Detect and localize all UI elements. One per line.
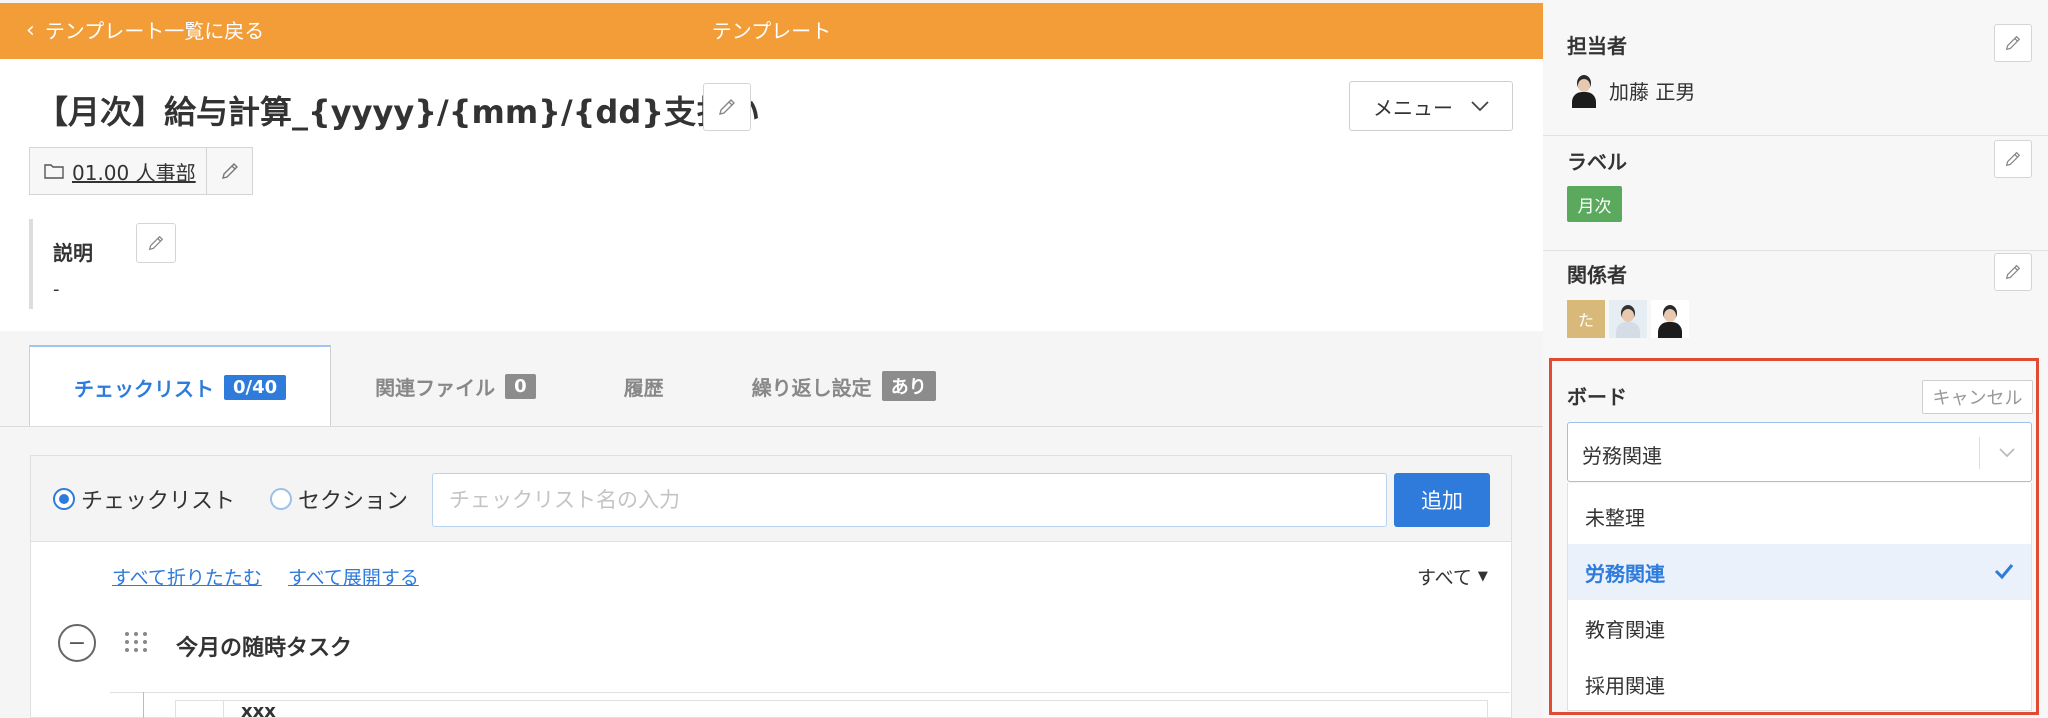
task-checkbox-cell[interactable] bbox=[176, 701, 224, 718]
tab-bar: チェックリスト 0/40 関連ファイル 0 履歴 繰り返し設定 あり bbox=[29, 345, 980, 427]
page-title: 【月次】給与計算_{yyyy}/{mm}/{dd}支払い bbox=[36, 93, 761, 131]
description-value: - bbox=[53, 279, 60, 300]
pencil-icon bbox=[2005, 264, 2021, 280]
board-select[interactable]: 労務関連 bbox=[1567, 422, 2032, 482]
tab-checklist[interactable]: チェックリスト 0/40 bbox=[29, 345, 332, 427]
tab-label: チェックリスト bbox=[74, 376, 214, 401]
tab-badge: 0 bbox=[505, 373, 536, 399]
tab-history[interactable]: 履歴 bbox=[580, 345, 708, 427]
pencil-icon bbox=[2005, 35, 2021, 51]
edit-title-button[interactable] bbox=[703, 83, 751, 131]
filter-label: すべて bbox=[1417, 567, 1472, 589]
edit-description-button[interactable] bbox=[136, 223, 176, 263]
option-label: 未整理 bbox=[1585, 505, 1645, 530]
add-item-row: チェックリスト セクション 追加 bbox=[31, 456, 1511, 542]
board-option-unsorted[interactable]: 未整理 bbox=[1568, 488, 2031, 544]
board-editor: ボード キャンセル 労務関連 未整理 労務関連 教育関連 採用関連 bbox=[1549, 358, 2039, 715]
menu-button-label: メニュー bbox=[1373, 95, 1453, 120]
tab-badge: 0/40 bbox=[224, 374, 287, 400]
radio-unselected-icon bbox=[270, 488, 292, 510]
avatar: た bbox=[1567, 300, 1605, 338]
board-options-list: 未整理 労務関連 教育関連 採用関連 bbox=[1567, 483, 2032, 711]
radio-section-label: セクション bbox=[298, 489, 409, 514]
top-bar: ‹ テンプレート一覧に戻る テンプレート bbox=[0, 3, 1543, 59]
tab-repeat-settings[interactable]: 繰り返し設定 あり bbox=[708, 345, 980, 427]
tab-label: 関連ファイル bbox=[375, 375, 496, 400]
assignee-section: 担当者 加藤 正男 bbox=[1543, 0, 2048, 135]
tree-connector bbox=[143, 692, 144, 718]
app-window: ‹ テンプレート一覧に戻る テンプレート 【月次】給与計算_{yyyy}/{mm… bbox=[0, 0, 2048, 718]
top-bar-title: テンプレート bbox=[711, 19, 832, 43]
assignee-name: 加藤 正男 bbox=[1609, 80, 1696, 104]
avatar bbox=[1609, 300, 1647, 338]
option-label: 教育関連 bbox=[1585, 617, 1665, 642]
tab-label: 繰り返し設定 bbox=[751, 375, 872, 400]
collapse-section-button[interactable]: − bbox=[58, 624, 96, 662]
option-label: 労務関連 bbox=[1585, 561, 1665, 586]
filter-dropdown[interactable]: すべて ▼ bbox=[1417, 563, 1488, 590]
board-select-value: 労務関連 bbox=[1582, 444, 1662, 468]
pencil-icon bbox=[2005, 151, 2021, 167]
radio-selected-icon bbox=[53, 488, 75, 510]
board-cancel-button[interactable]: キャンセル bbox=[1922, 380, 2033, 414]
chevron-down-icon bbox=[1471, 101, 1489, 112]
folder-field: 01.00 人事部 bbox=[29, 147, 253, 195]
pencil-icon bbox=[221, 163, 238, 179]
add-button[interactable]: 追加 bbox=[1394, 473, 1490, 527]
tab-divider bbox=[0, 426, 1543, 427]
avatar bbox=[1565, 70, 1603, 108]
edit-members-button[interactable] bbox=[1994, 253, 2032, 291]
section-row: − 今月の随時タスク bbox=[31, 616, 1511, 676]
task-text: xxx bbox=[241, 705, 276, 718]
description-block: 説明 - bbox=[29, 219, 429, 309]
caret-down-icon: ▼ bbox=[1477, 569, 1488, 584]
edit-assignee-button[interactable] bbox=[1994, 24, 2032, 62]
tab-badge: あり bbox=[881, 371, 936, 401]
chevron-down-icon[interactable] bbox=[1994, 435, 2020, 471]
label-chip[interactable]: 月次 bbox=[1567, 186, 1622, 222]
option-label: 採用関連 bbox=[1585, 673, 1665, 698]
template-header: 【月次】給与計算_{yyyy}/{mm}/{dd}支払い メニュー 01.00 … bbox=[0, 59, 1543, 331]
tab-label: 履歴 bbox=[623, 375, 664, 400]
description-label: 説明 bbox=[53, 241, 93, 265]
expand-all-link[interactable]: すべて展開する bbox=[288, 563, 419, 590]
folder-link[interactable]: 01.00 人事部 bbox=[30, 148, 207, 194]
collapse-all-link[interactable]: すべて折りたたむ bbox=[112, 563, 262, 590]
edit-label-button[interactable] bbox=[1994, 140, 2032, 178]
avatar bbox=[1651, 300, 1689, 338]
menu-button[interactable]: メニュー bbox=[1349, 81, 1513, 131]
edit-folder-button[interactable] bbox=[207, 148, 252, 194]
pencil-icon bbox=[719, 99, 735, 115]
template-main-area: ‹ テンプレート一覧に戻る テンプレート 【月次】給与計算_{yyyy}/{mm… bbox=[0, 0, 1543, 718]
folder-icon bbox=[44, 164, 64, 179]
board-option-labor[interactable]: 労務関連 bbox=[1568, 544, 2031, 600]
assignee-label: 担当者 bbox=[1567, 34, 1627, 58]
pencil-icon bbox=[148, 235, 164, 251]
checklist-panel: チェックリスト セクション 追加 すべて折りたたむ すべて展開する すべて ▼ … bbox=[30, 455, 1512, 718]
radio-checklist[interactable]: チェックリスト bbox=[53, 456, 235, 542]
board-option-education[interactable]: 教育関連 bbox=[1568, 600, 2031, 656]
members-label: 関係者 bbox=[1567, 263, 1627, 287]
section-title: 今月の随時タスク bbox=[176, 636, 353, 661]
folder-label: 01.00 人事部 bbox=[72, 160, 196, 185]
label-label: ラベル bbox=[1567, 150, 1627, 174]
radio-checklist-label: チェックリスト bbox=[81, 489, 236, 514]
checklist-name-input[interactable] bbox=[432, 473, 1387, 527]
board-option-recruiting[interactable]: 採用関連 bbox=[1568, 656, 2031, 712]
select-separator bbox=[1979, 437, 1980, 469]
checkmark-icon bbox=[1994, 564, 2014, 580]
table-row[interactable]: xxx bbox=[175, 700, 1488, 718]
board-label: ボード bbox=[1567, 385, 1627, 409]
minus-icon: − bbox=[67, 630, 87, 656]
tab-related-files[interactable]: 関連ファイル 0 bbox=[331, 345, 580, 427]
section-divider bbox=[110, 692, 1510, 693]
radio-section[interactable]: セクション bbox=[270, 456, 408, 542]
drag-handle-icon[interactable] bbox=[124, 630, 148, 654]
